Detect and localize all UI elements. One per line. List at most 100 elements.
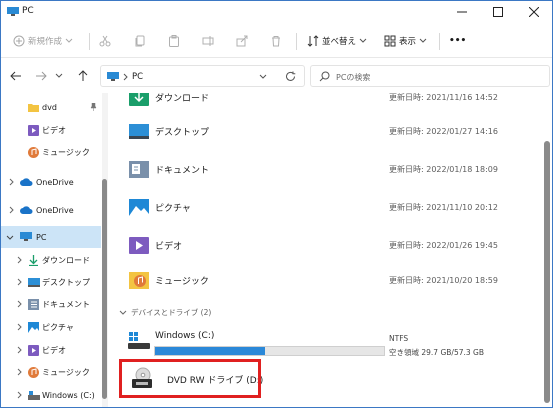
refresh-icon[interactable]	[285, 71, 296, 82]
sidebar-item-music[interactable]: ミュージック	[1, 361, 101, 383]
folder-item-videos[interactable]: ビデオ 更新日時: 2022/01/26 19:45	[125, 230, 535, 260]
pc-icon	[20, 232, 32, 241]
search-box[interactable]: PCの検索	[310, 65, 550, 87]
desktop-icon	[28, 277, 40, 287]
folder-name: ドキュメント	[155, 165, 210, 176]
highlight-box	[119, 359, 261, 398]
folder-item-pictures[interactable]: ピクチャ 更新日時: 2021/11/10 20:12	[125, 192, 535, 222]
folder-name: デスクトップ	[155, 127, 210, 138]
chevron-down-icon	[419, 38, 427, 43]
maximize-button[interactable]	[480, 1, 516, 23]
explorer-window: PC 新規作成 並べ替え 表示 ••• PC PCの検索 dvd ビデオ ミュー…	[0, 0, 553, 408]
chevron-right-icon	[123, 73, 128, 81]
rename-button[interactable]	[202, 30, 217, 52]
folder-item-music[interactable]: ミュージック 更新日時: 2021/10/20 18:59	[125, 265, 535, 295]
folder-date: 更新日時: 2021/11/16 14:52	[389, 93, 498, 102]
sidebar-item-dvd[interactable]: dvd	[1, 96, 101, 118]
drive-item-windows-c[interactable]: Windows (C:) NTFS 空き領域 29.7 GB/57.3 GB	[125, 323, 535, 359]
view-icon	[384, 35, 396, 47]
title-bar: PC	[1, 1, 552, 23]
folder-item-documents[interactable]: ドキュメント 更新日時: 2022/01/18 18:09	[125, 154, 535, 184]
clipboard-icon	[169, 35, 179, 47]
chevron-down-icon	[119, 310, 127, 315]
sidebar-item-documents[interactable]: ドキュメント	[1, 293, 101, 315]
sidebar-item-desktop[interactable]: デスクトップ	[1, 271, 101, 293]
chevron-right-icon	[17, 278, 22, 286]
documents-folder-icon	[129, 161, 149, 178]
chevron-down-icon	[55, 73, 63, 78]
address-row: PC PCの検索	[1, 59, 552, 93]
more-options-button[interactable]: •••	[449, 30, 466, 52]
windows-drive-icon	[128, 332, 150, 349]
sort-button[interactable]: 並べ替え	[307, 30, 370, 52]
sidebar-item-music-quick[interactable]: ミュージック	[1, 141, 101, 163]
sidebar-item-label: デスクトップ	[42, 277, 90, 287]
paste-button[interactable]	[168, 30, 183, 52]
copy-button[interactable]	[134, 30, 149, 52]
content-scrollbar-thumb[interactable]	[544, 141, 550, 403]
desktop-folder-icon	[129, 124, 149, 139]
sidebar-item-videos[interactable]: ビデオ	[1, 339, 101, 361]
folder-name: ビデオ	[155, 241, 183, 252]
close-button[interactable]	[516, 1, 552, 23]
new-button[interactable]: 新規作成	[13, 30, 76, 52]
command-bar: 新規作成 並べ替え 表示 •••	[1, 24, 552, 58]
sidebar-item-pictures[interactable]: ピクチャ	[1, 316, 101, 338]
drives-group-header[interactable]: デバイスとドライブ (2)	[119, 307, 211, 318]
pc-icon	[107, 72, 119, 81]
sidebar-item-downloads[interactable]: ダウンロード	[1, 249, 101, 271]
folder-date: 更新日時: 2022/01/27 14:16	[389, 126, 498, 136]
share-button[interactable]	[236, 30, 251, 52]
chevron-down-icon	[259, 74, 267, 79]
sidebar-item-label: Windows (C:)	[42, 390, 95, 400]
folder-item-downloads[interactable]: ダウンロード 更新日時: 2021/11/16 14:52	[125, 93, 535, 112]
cloud-icon	[20, 206, 33, 214]
drives-group-label: デバイスとドライブ (2)	[131, 308, 212, 317]
sidebar-item-label: ミュージック	[42, 147, 90, 157]
plus-circle-icon	[13, 35, 25, 47]
arrow-left-icon	[10, 71, 21, 81]
cut-button[interactable]	[99, 30, 114, 52]
navigation-pane: dvd ビデオ ミュージック OneDrive OneDrive PC ダウンロ…	[1, 93, 111, 407]
minimize-button[interactable]	[444, 1, 480, 23]
back-button[interactable]	[9, 69, 23, 83]
sidebar-item-videos-quick[interactable]: ビデオ	[1, 119, 101, 141]
sidebar-item-windows-c[interactable]: Windows (C:)	[1, 384, 101, 406]
sidebar-item-pc[interactable]: PC	[1, 226, 101, 248]
sidebar-item-onedrive-2[interactable]: OneDrive	[1, 199, 101, 221]
address-bar[interactable]: PC	[100, 65, 305, 87]
cloud-icon	[20, 178, 33, 186]
minimize-icon	[457, 11, 467, 13]
search-icon	[319, 71, 330, 82]
trash-icon	[272, 36, 280, 47]
more-options-label: •••	[449, 36, 467, 46]
up-button[interactable]	[76, 69, 90, 83]
folder-name: ダウンロード	[155, 93, 210, 104]
maximize-icon	[493, 7, 503, 17]
videos-folder-icon	[129, 237, 149, 254]
recent-locations-button[interactable]	[54, 69, 64, 83]
sidebar-scrollbar-thumb[interactable]	[102, 179, 107, 399]
chevron-right-icon	[17, 391, 22, 399]
rename-icon	[202, 36, 214, 46]
view-button[interactable]: 表示	[384, 30, 430, 52]
sidebar-item-label: PC	[36, 232, 47, 242]
chevron-right-icon	[17, 323, 22, 331]
chevron-right-icon	[17, 300, 22, 308]
pictures-icon	[28, 321, 39, 333]
download-icon	[29, 254, 38, 266]
scissors-icon	[99, 35, 111, 47]
chevron-right-icon	[17, 346, 22, 354]
sidebar-item-label: ミュージック	[42, 367, 90, 377]
sidebar-item-label: ビデオ	[42, 345, 66, 355]
folder-item-desktop[interactable]: デスクトップ 更新日時: 2022/01/27 14:16	[125, 116, 535, 146]
pictures-folder-icon	[129, 199, 149, 216]
delete-button[interactable]	[270, 30, 285, 52]
folder-icon	[28, 103, 39, 112]
divider	[89, 33, 90, 50]
sidebar-item-onedrive-1[interactable]: OneDrive	[1, 171, 101, 193]
chevron-right-icon	[9, 206, 14, 214]
downloads-folder-icon	[129, 93, 149, 106]
forward-button[interactable]	[34, 69, 48, 83]
chevron-down-icon	[6, 235, 14, 240]
